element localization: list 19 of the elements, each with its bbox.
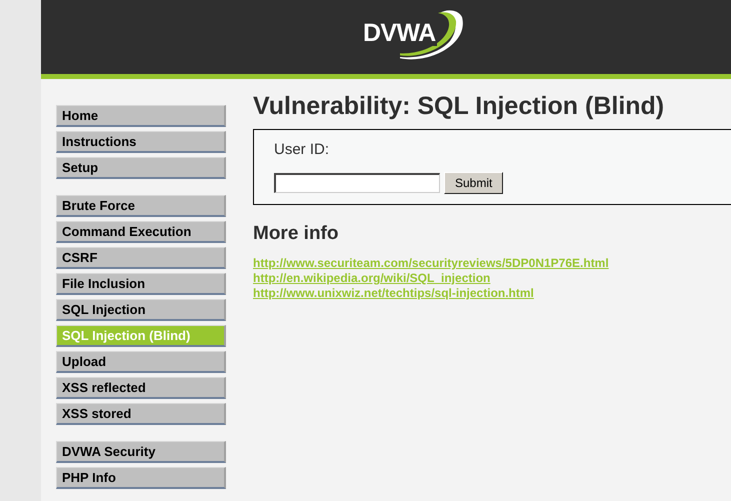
menu-item[interactable]: Setup <box>56 157 226 179</box>
menu-item[interactable]: XSS stored <box>56 403 226 425</box>
menu-item[interactable]: File Inclusion <box>56 273 226 295</box>
submit-button[interactable]: Submit <box>444 172 504 194</box>
menu-item[interactable]: DVWA Security <box>56 441 226 463</box>
menu-item[interactable]: Brute Force <box>56 195 226 217</box>
user-id-label: User ID: <box>274 140 330 160</box>
menu-item[interactable]: Instructions <box>56 131 226 153</box>
section-heading: More info <box>253 222 340 246</box>
logo-text: DVWA <box>362 20 436 46</box>
menu-item[interactable]: Upload <box>56 351 226 373</box>
menu-item[interactable]: XSS reflected <box>56 377 226 399</box>
menu-item[interactable]: Home <box>56 105 226 127</box>
menu-item[interactable]: Command Execution <box>56 221 226 243</box>
page-title: Vulnerability: SQL Injection (Blind) <box>253 91 666 121</box>
menu-item[interactable]: SQL Injection <box>56 299 226 321</box>
menu-item[interactable]: PHP Info <box>56 467 226 489</box>
user-id-field[interactable] <box>274 172 440 192</box>
menu-item[interactable]: CSRF <box>56 247 226 269</box>
